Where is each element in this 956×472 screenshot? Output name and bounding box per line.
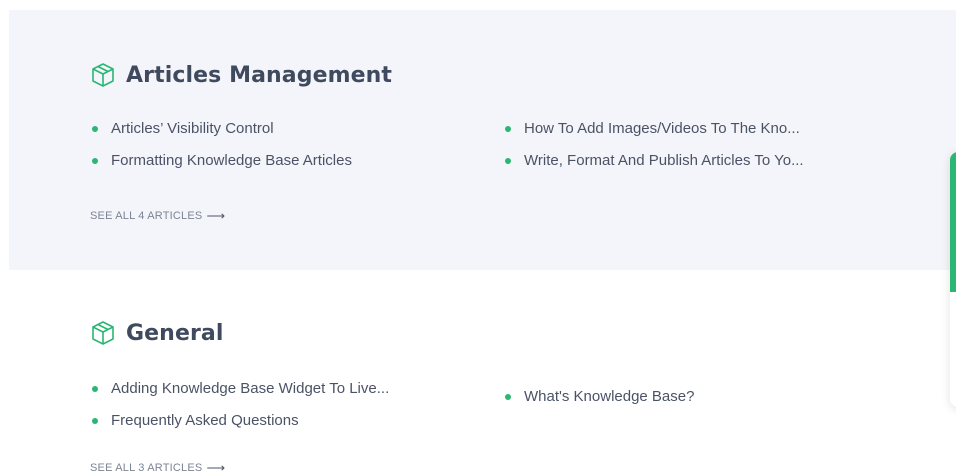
see-all-articles-link[interactable]: SEE ALL 4 ARTICLES ⟶	[90, 208, 225, 224]
side-widget-tab[interactable]	[950, 152, 956, 407]
article-title: Adding Knowledge Base Widget To Live...	[111, 380, 390, 397]
category-title[interactable]: Articles Management	[90, 62, 392, 88]
category-section-articles-management: Articles Management Articles’ Visibility…	[9, 10, 956, 270]
see-all-label: SEE ALL 3 ARTICLES	[90, 462, 203, 472]
article-link[interactable]: How To Add Images/Videos To The Kno...	[505, 120, 800, 137]
bullet-dot	[505, 157, 511, 164]
category-section-general: General Adding Knowledge Base Widget To …	[9, 270, 956, 472]
article-link[interactable]: Formatting Knowledge Base Articles	[92, 152, 352, 169]
article-title: Write, Format And Publish Articles To Yo…	[524, 152, 804, 169]
article-title: Articles’ Visibility Control	[111, 120, 274, 137]
arrow-right-icon: ⟶	[206, 208, 226, 223]
article-title: How To Add Images/Videos To The Kno...	[524, 120, 800, 137]
bullet-dot	[92, 417, 98, 424]
see-all-label: SEE ALL 4 ARTICLES	[90, 210, 203, 222]
article-link[interactable]: Adding Knowledge Base Widget To Live...	[92, 380, 389, 397]
article-title: What's Knowledge Base?	[524, 388, 695, 405]
bullet-dot	[92, 157, 98, 164]
category-title[interactable]: General	[90, 320, 224, 346]
bullet-dot	[92, 125, 98, 132]
bullet-dot	[505, 125, 511, 132]
article-link[interactable]: Frequently Asked Questions	[92, 412, 299, 429]
see-all-articles-link[interactable]: SEE ALL 3 ARTICLES ⟶	[90, 460, 225, 472]
bullet-dot	[92, 385, 98, 392]
article-link[interactable]: Articles’ Visibility Control	[92, 120, 274, 137]
article-link[interactable]: What's Knowledge Base?	[505, 388, 694, 405]
category-title-label: Articles Management	[126, 62, 393, 88]
cube-icon	[90, 320, 116, 346]
side-widget-accent	[950, 152, 956, 292]
article-title: Formatting Knowledge Base Articles	[111, 152, 352, 169]
article-link[interactable]: Write, Format And Publish Articles To Yo…	[505, 152, 804, 169]
article-title: Frequently Asked Questions	[111, 412, 299, 429]
arrow-right-icon: ⟶	[206, 460, 226, 472]
cube-icon	[90, 62, 116, 88]
bullet-dot	[505, 393, 511, 400]
category-title-label: General	[126, 320, 224, 346]
